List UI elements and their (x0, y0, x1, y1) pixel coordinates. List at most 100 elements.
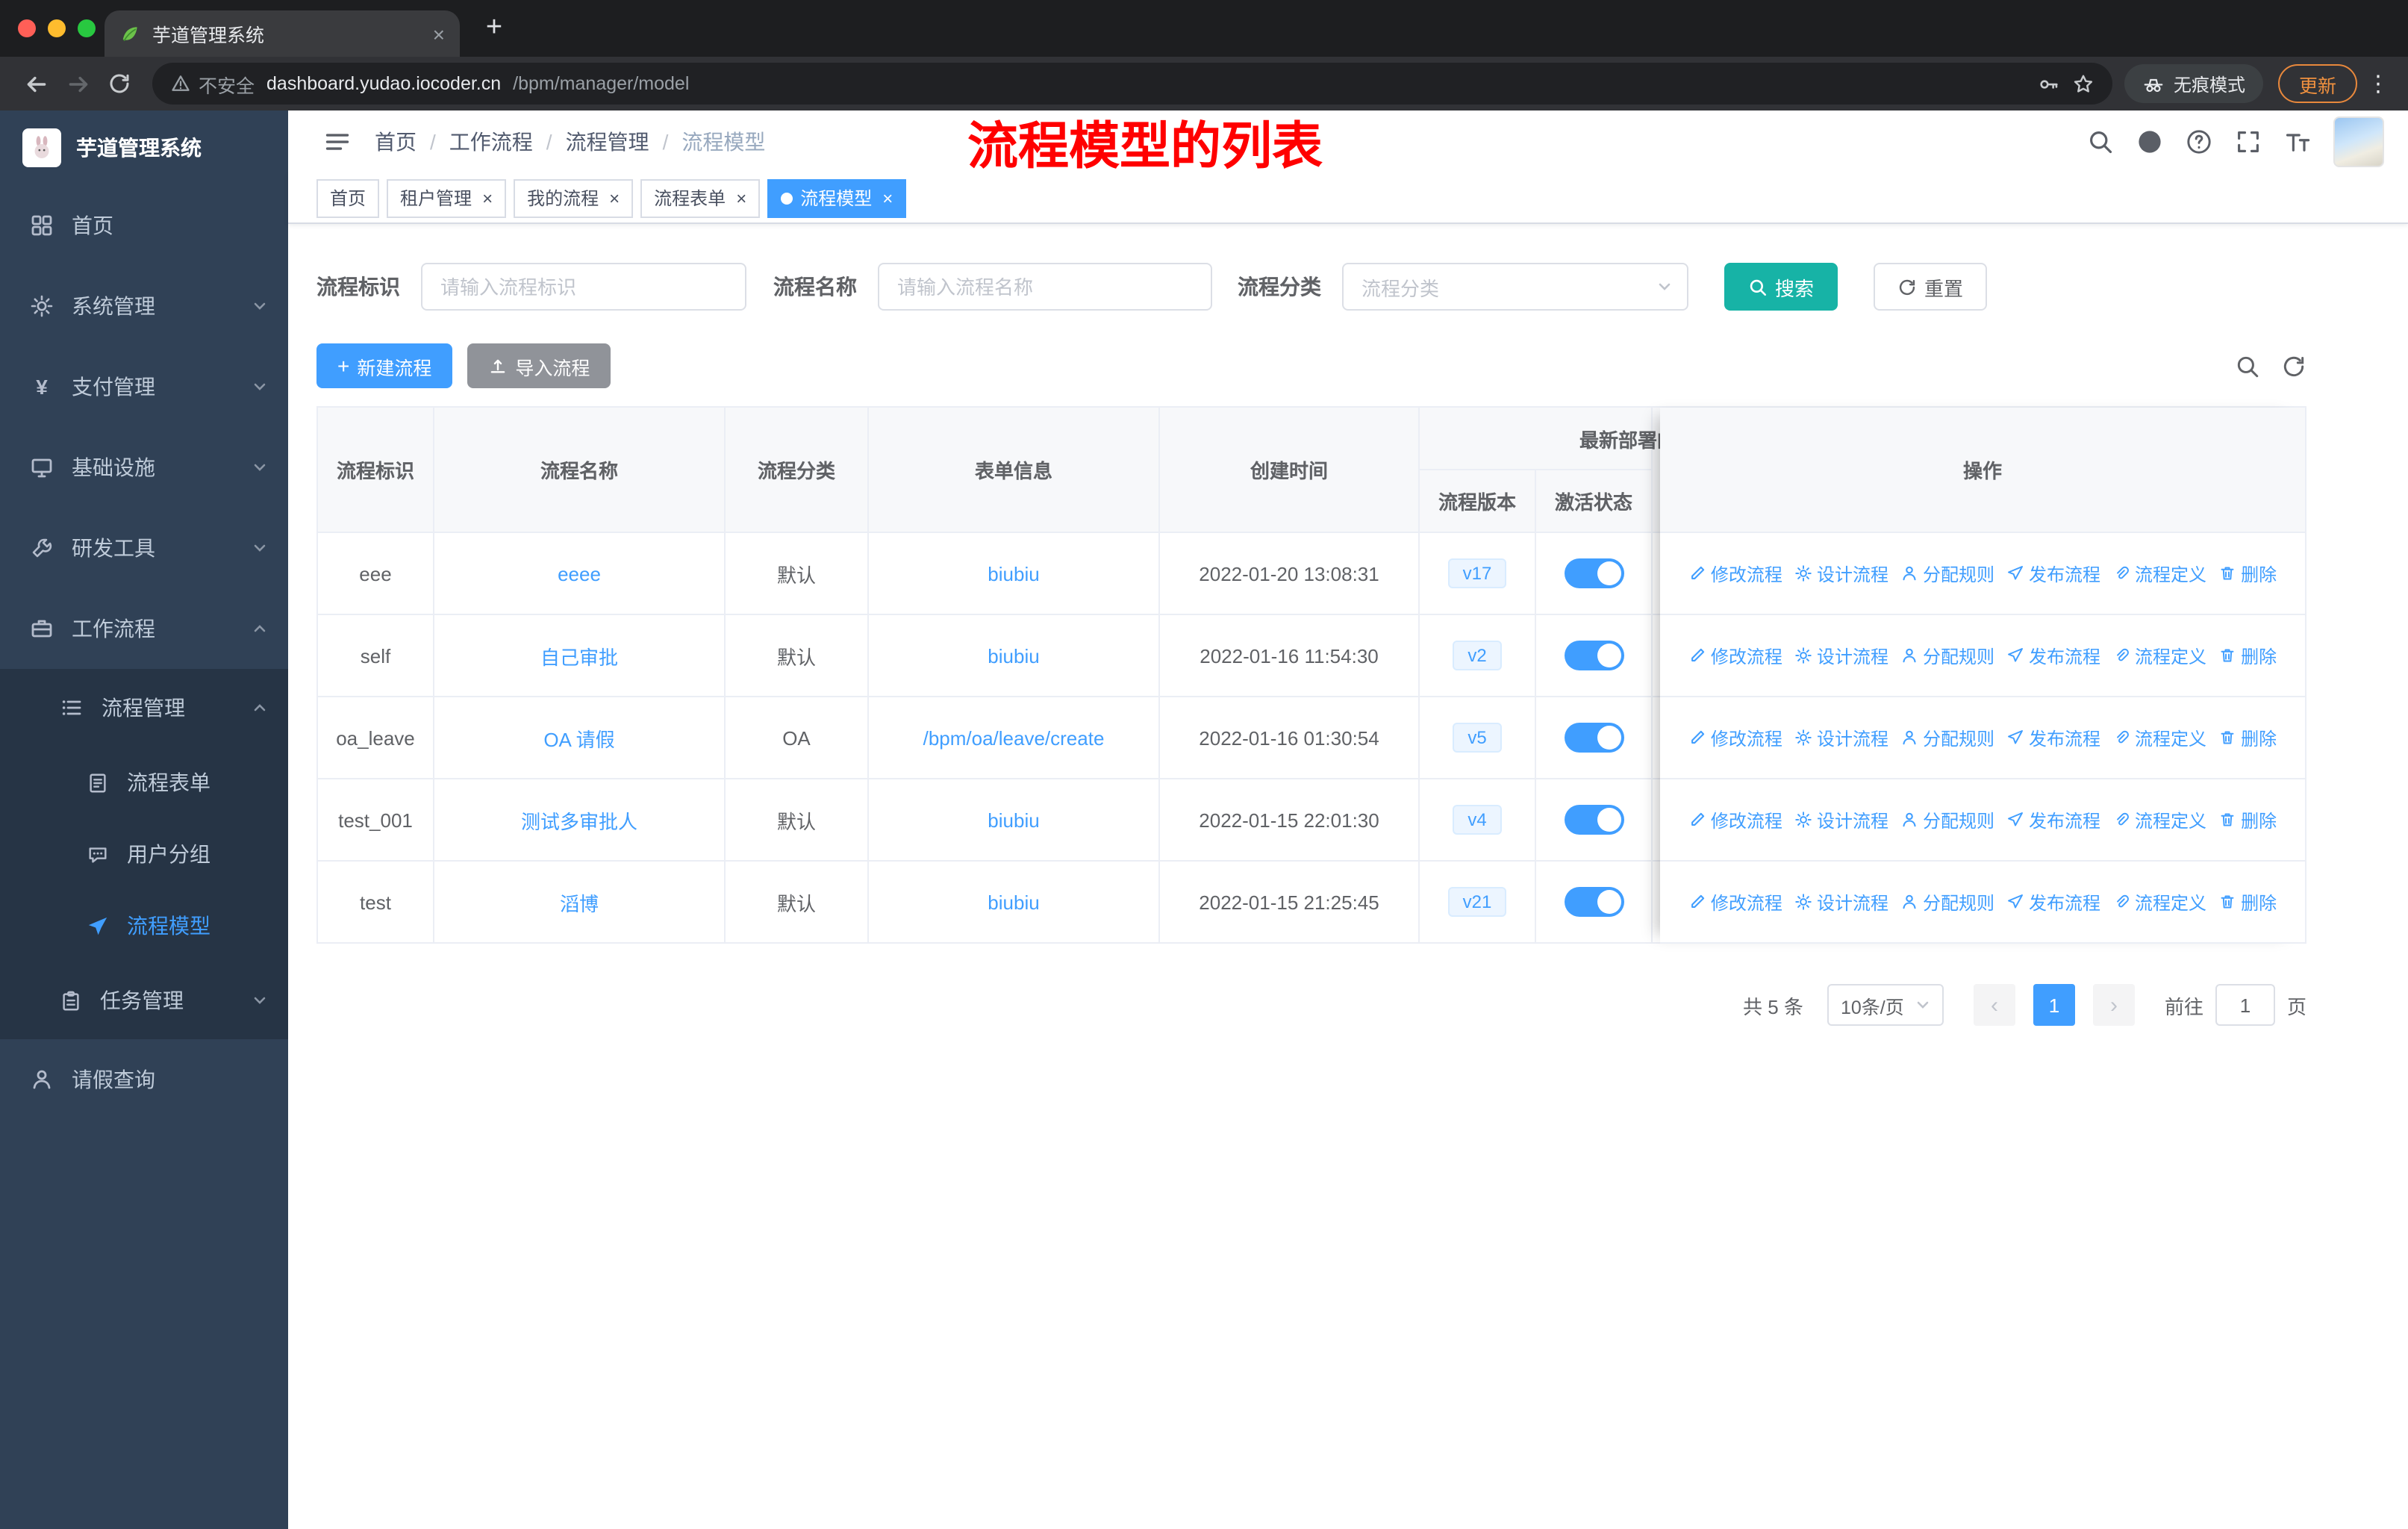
sidebar-item-devtools[interactable]: 研发工具 (0, 508, 288, 588)
breadcrumb-process-manage[interactable]: 流程管理 (566, 127, 649, 157)
design-process-link[interactable]: 设计流程 (1794, 807, 1888, 832)
search-icon[interactable] (2087, 128, 2114, 155)
form-info-link[interactable]: biubiu (988, 809, 1039, 831)
sidebar-item-infrastructure[interactable]: 基础设施 (0, 427, 288, 508)
assign-rule-link[interactable]: 分配规则 (1900, 561, 1994, 586)
forward-icon[interactable] (57, 63, 99, 105)
status-toggle[interactable] (1564, 723, 1623, 753)
form-info-link[interactable]: biubiu (988, 562, 1039, 585)
browser-menu-icon[interactable]: ⋮ (2363, 70, 2393, 97)
assign-rule-link[interactable]: 分配规则 (1900, 725, 1994, 750)
assign-rule-link[interactable]: 分配规则 (1900, 889, 1994, 915)
sidebar-item-payment[interactable]: ¥ 支付管理 (0, 346, 288, 427)
tag-process-model[interactable]: 流程模型 × (767, 178, 907, 217)
search-button[interactable]: 搜索 (1724, 263, 1838, 311)
modify-process-link[interactable]: 修改流程 (1688, 725, 1782, 750)
incognito-badge[interactable]: 无痕模式 (2124, 64, 2263, 103)
modify-process-link[interactable]: 修改流程 (1688, 807, 1782, 832)
assign-rule-link[interactable]: 分配规则 (1900, 807, 1994, 832)
sidebar-item-home[interactable]: 首页 (0, 185, 288, 266)
form-info-link[interactable]: /bpm/oa/leave/create (923, 726, 1105, 749)
browser-tab[interactable]: 芋道管理系统 × (105, 10, 460, 57)
tag-tenant[interactable]: 租户管理 × (387, 178, 507, 217)
create-process-button[interactable]: + 新建流程 (316, 343, 453, 388)
process-name-link[interactable]: 测试多审批人 (521, 806, 637, 834)
page-number-1[interactable]: 1 (2033, 984, 2075, 1026)
next-page-button[interactable]: › (2092, 984, 2135, 1026)
help-icon[interactable] (2186, 128, 2212, 155)
prev-page-button[interactable]: ‹ (1973, 984, 2015, 1026)
close-icon[interactable]: × (882, 189, 893, 207)
process-id-input[interactable] (421, 263, 746, 311)
fullscreen-icon[interactable] (2235, 128, 2262, 155)
modify-process-link[interactable]: 修改流程 (1688, 889, 1782, 915)
status-toggle[interactable] (1564, 887, 1623, 917)
delete-link[interactable]: 删除 (2218, 643, 2277, 668)
goto-page-input[interactable] (2215, 984, 2275, 1026)
process-name-link[interactable]: eeee (558, 562, 601, 585)
close-window-button[interactable] (18, 19, 36, 37)
modify-process-link[interactable]: 修改流程 (1688, 561, 1782, 586)
design-process-link[interactable]: 设计流程 (1794, 725, 1888, 750)
process-category-select[interactable]: 流程分类 (1342, 263, 1688, 311)
process-name-link[interactable]: 自己审批 (540, 641, 618, 670)
refresh-table-icon[interactable] (2281, 353, 2306, 379)
show-search-icon[interactable] (2235, 353, 2260, 379)
user-avatar[interactable] (2333, 116, 2384, 167)
design-process-link[interactable]: 设计流程 (1794, 643, 1888, 668)
new-tab-button[interactable]: + (475, 9, 514, 48)
delete-link[interactable]: 删除 (2218, 725, 2277, 750)
font-size-icon[interactable] (2284, 128, 2311, 155)
tag-process-form[interactable]: 流程表单 × (640, 178, 761, 217)
tag-my-process[interactable]: 我的流程 × (514, 178, 634, 217)
github-icon[interactable] (2136, 128, 2163, 155)
process-definition-link[interactable]: 流程定义 (2112, 643, 2206, 668)
design-process-link[interactable]: 设计流程 (1794, 561, 1888, 586)
publish-process-link[interactable]: 发布流程 (2006, 889, 2100, 915)
sidebar-item-task-manage[interactable]: 任务管理 (0, 962, 288, 1039)
address-bar[interactable]: 不安全 dashboard.yudao.iocoder.cn/bpm/manag… (152, 63, 2112, 105)
update-button[interactable]: 更新 (2277, 64, 2357, 103)
status-toggle[interactable] (1564, 805, 1623, 835)
sidebar-collapse-icon[interactable] (324, 128, 351, 155)
sidebar-item-user-group[interactable]: 用户分组 (0, 818, 288, 890)
tab-close-icon[interactable]: × (433, 23, 445, 44)
reset-button[interactable]: 重置 (1874, 263, 1988, 311)
page-size-select[interactable]: 10条/页 (1827, 984, 1944, 1026)
process-definition-link[interactable]: 流程定义 (2112, 889, 2206, 915)
close-icon[interactable]: × (482, 189, 493, 207)
process-definition-link[interactable]: 流程定义 (2112, 807, 2206, 832)
status-toggle[interactable] (1564, 641, 1623, 670)
close-icon[interactable]: × (736, 189, 746, 207)
form-info-link[interactable]: biubiu (988, 644, 1039, 667)
key-icon[interactable] (2038, 72, 2060, 95)
process-name-link[interactable]: 滔博 (560, 888, 599, 916)
delete-link[interactable]: 删除 (2218, 889, 2277, 915)
sidebar-item-process-manage[interactable]: 流程管理 (0, 669, 288, 747)
process-definition-link[interactable]: 流程定义 (2112, 561, 2206, 586)
sidebar-item-process-form[interactable]: 流程表单 (0, 747, 288, 818)
zoom-window-button[interactable] (78, 19, 96, 37)
process-definition-link[interactable]: 流程定义 (2112, 725, 2206, 750)
modify-process-link[interactable]: 修改流程 (1688, 643, 1782, 668)
breadcrumb-home[interactable]: 首页 (375, 127, 417, 157)
bookmark-star-icon[interactable] (2072, 72, 2094, 95)
design-process-link[interactable]: 设计流程 (1794, 889, 1888, 915)
sidebar-item-process-model[interactable]: 流程模型 (0, 890, 288, 962)
sidebar-item-workflow[interactable]: 工作流程 (0, 588, 288, 669)
back-icon[interactable] (15, 63, 57, 105)
tag-home[interactable]: 首页 (316, 178, 380, 217)
sidebar-item-system[interactable]: 系统管理 (0, 266, 288, 346)
minimize-window-button[interactable] (48, 19, 66, 37)
process-name-input[interactable] (878, 263, 1212, 311)
status-toggle[interactable] (1564, 558, 1623, 588)
assign-rule-link[interactable]: 分配规则 (1900, 643, 1994, 668)
reload-icon[interactable] (99, 63, 140, 105)
delete-link[interactable]: 删除 (2218, 561, 2277, 586)
sidebar-item-leave-query[interactable]: 请假查询 (0, 1039, 288, 1120)
form-info-link[interactable]: biubiu (988, 891, 1039, 913)
breadcrumb-workflow[interactable]: 工作流程 (449, 127, 533, 157)
publish-process-link[interactable]: 发布流程 (2006, 561, 2100, 586)
delete-link[interactable]: 删除 (2218, 807, 2277, 832)
security-warning[interactable]: 不安全 (170, 69, 255, 98)
